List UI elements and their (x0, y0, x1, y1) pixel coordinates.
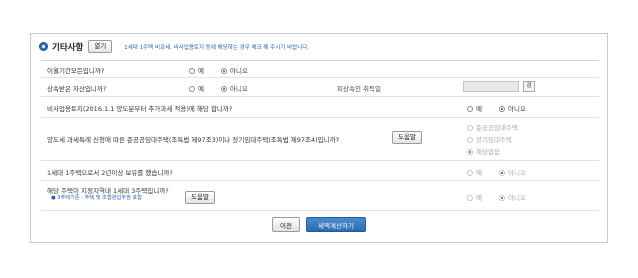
question-row-two-year-holding: 1세대 1주택으로서 2년이상 보유를 했습니까? 예 아니오 (41, 161, 599, 181)
radio-checked-icon (499, 195, 505, 201)
prev-button[interactable]: 이전 (272, 217, 300, 232)
radio-no[interactable]: 아니오 (499, 103, 526, 113)
question-label: 비사업용토지(2016.1.1 양도분부터 추가과세 적용)에 해당 합니까? (47, 105, 233, 113)
help-button[interactable]: 도움말 (392, 131, 422, 144)
radio-checked-icon (499, 106, 505, 112)
radio-icon (189, 86, 195, 92)
section-header: 기타사항 열기 1세대 1주택 비과세, 비사업용토지 등에 해당하는 경우 체… (39, 39, 309, 54)
question-table: 이월기간모든입니까? 예 아니오 상속받은 자산입니까? 예 아니오 피상속인 … (41, 60, 599, 211)
radio-checked-icon (221, 68, 227, 74)
radio-icon (467, 170, 473, 176)
question-row-rental-housing: 양도세 과세특례 신청에 따른 준공공임대주택(조특법 제97조3)이나 장기임… (41, 118, 599, 161)
section-notice: 1세대 1주택 비과세, 비사업용토지 등에 해당하는 경우 체크 해 주시기 … (124, 44, 310, 51)
question-label: 이월기간모든입니까? (47, 67, 105, 75)
radio-checked-icon (499, 170, 505, 176)
radio-not-applicable[interactable]: 해당없음 (467, 146, 500, 156)
calculate-tax-button[interactable]: 세액계산하기 (306, 217, 366, 232)
form-footer: 이전 세액계산하기 (31, 217, 607, 232)
radio-no[interactable]: 아니오 (499, 167, 526, 177)
three-house-criteria-note: ● 3주택기준 : 주택 및 조합원입주권 포함 (51, 195, 143, 201)
radio-yes[interactable]: 예 (189, 65, 204, 75)
question-row-three-houses: 해당 주택이 지정지역내 1세대 3주택입니까? ● 3주택기준 : 주택 및 … (41, 181, 599, 211)
etc-section-panel: 기타사항 열기 1세대 1주택 비과세, 비사업용토지 등에 해당하는 경우 체… (30, 33, 608, 243)
radio-yes[interactable]: 예 (467, 103, 482, 113)
radio-yes[interactable]: 예 (189, 83, 204, 93)
radio-long-term-rental[interactable]: 장기임대주택 (467, 134, 512, 144)
radio-no[interactable]: 아니오 (499, 192, 526, 202)
radio-public-rental[interactable]: 준공공임대주택 (467, 122, 518, 132)
radio-icon (467, 137, 473, 143)
radio-no[interactable]: 아니오 (221, 65, 248, 75)
help-button[interactable]: 도움말 (185, 191, 215, 204)
decedent-acquisition-date-label: 피상속인 취득일 (337, 85, 381, 93)
radio-yes[interactable]: 예 (467, 167, 482, 177)
open-button[interactable]: 열기 (88, 40, 113, 53)
radio-checked-icon (467, 149, 473, 155)
radio-icon (467, 195, 473, 201)
question-label: 상속받은 자산입니까? (47, 85, 107, 93)
date-search-button[interactable]: 검 (523, 81, 535, 92)
question-label: 양도세 과세특례 신청에 따른 준공공임대주택(조특법 제97조3)이나 장기임… (47, 136, 340, 144)
question-row-nonbusiness-land: 비사업용토지(2016.1.1 양도분부터 추가과세 적용)에 해당 합니까? … (41, 97, 599, 118)
radio-icon (467, 106, 473, 112)
question-row-carryover: 이월기간모든입니까? 예 아니오 (41, 61, 599, 78)
radio-checked-icon (221, 86, 227, 92)
section-title: 기타사항 (52, 42, 84, 53)
question-row-inherited: 상속받은 자산입니까? 예 아니오 피상속인 취득일 검 (41, 78, 599, 97)
question-label: 1세대 1주택으로서 2년이상 보유를 했습니까? (47, 169, 173, 177)
decedent-acquisition-date-input[interactable] (463, 81, 519, 92)
section-bullet-icon (39, 42, 48, 51)
radio-icon (189, 68, 195, 74)
radio-yes[interactable]: 예 (467, 192, 482, 202)
radio-no[interactable]: 아니오 (221, 83, 248, 93)
radio-icon (467, 125, 473, 131)
